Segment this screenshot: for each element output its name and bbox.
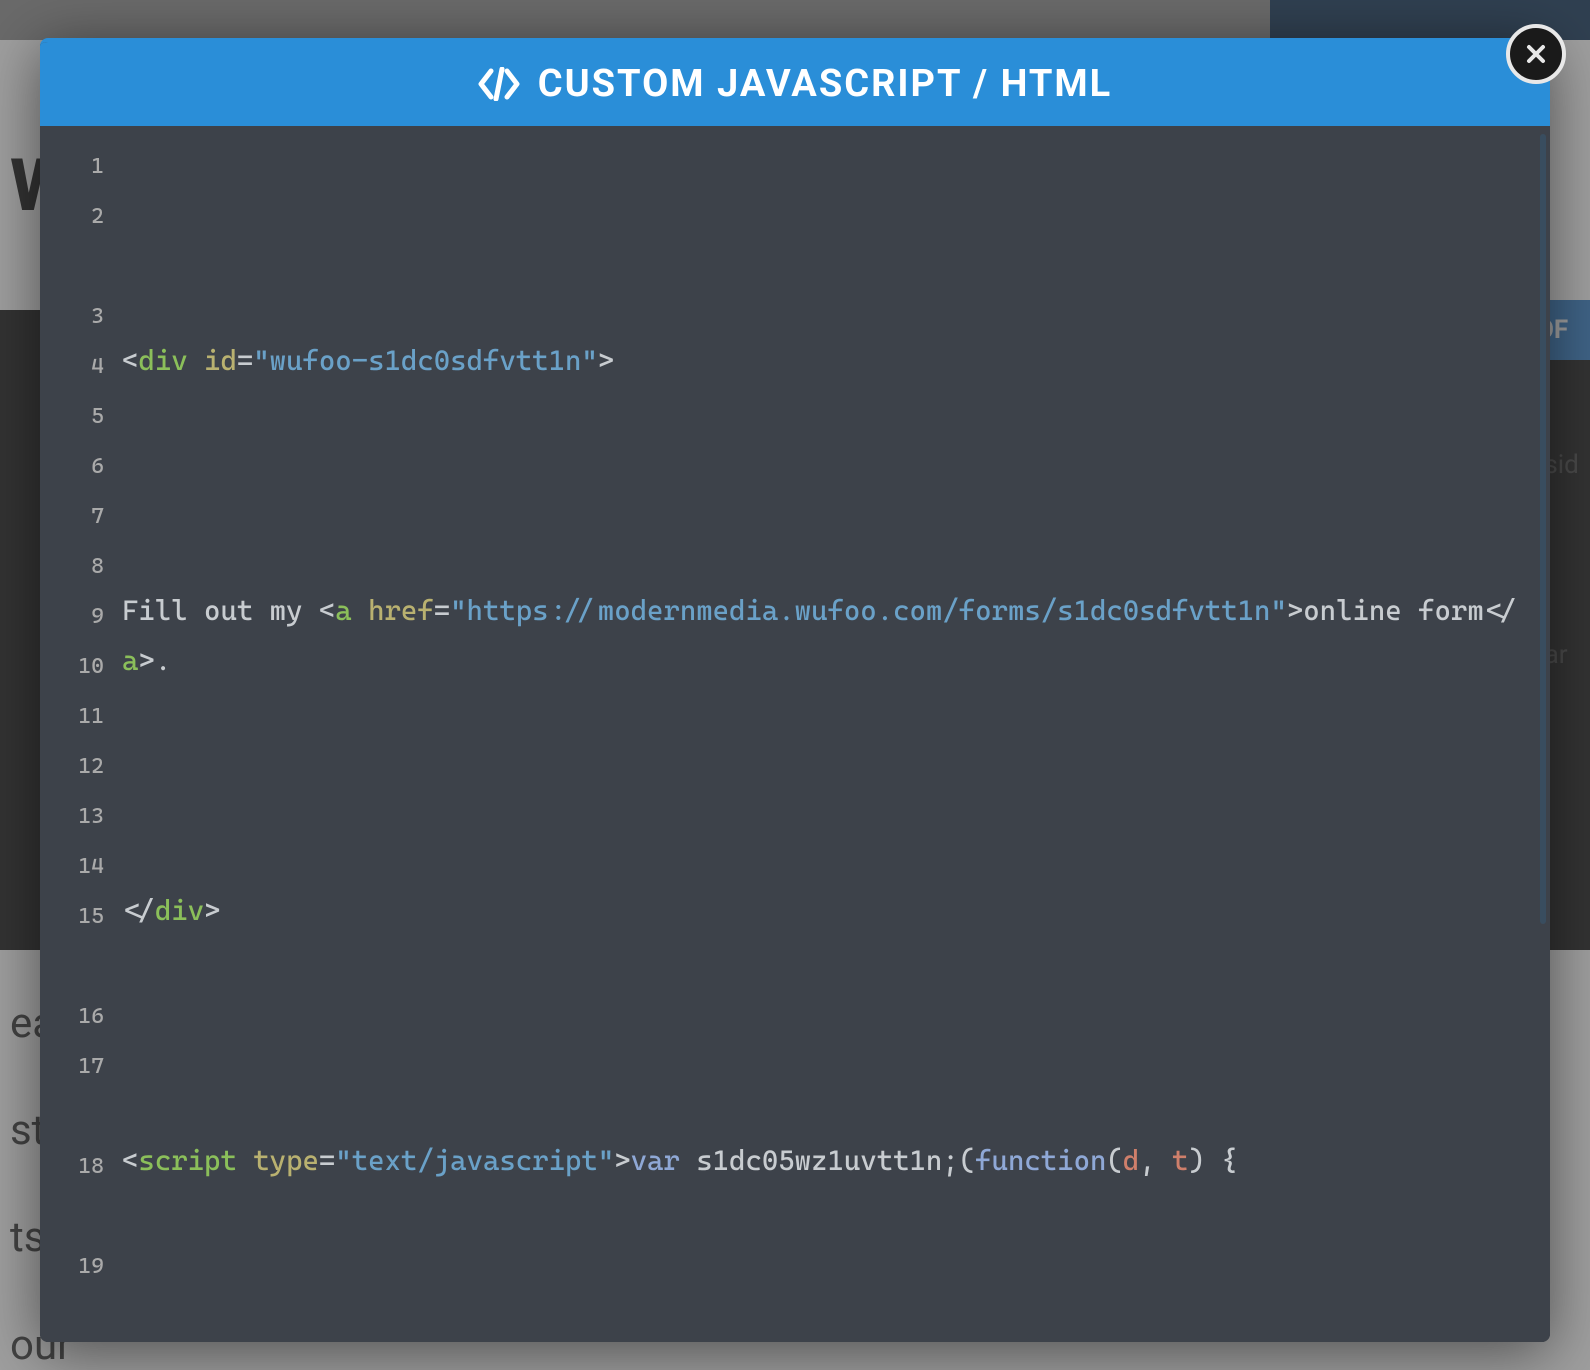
line-number: 16: [40, 986, 104, 1036]
line-number: 11: [40, 686, 104, 736]
code-token: t: [1172, 1144, 1188, 1177]
code-line[interactable]: <div id="wufoo-s1dc0sdfvtt1n">: [122, 336, 1542, 386]
line-number: 3: [40, 286, 104, 336]
line-number: 8: [40, 536, 104, 586]
code-line[interactable]: <script type="text/javascript">var s1dc0…: [122, 1136, 1542, 1186]
line-number: 10: [40, 636, 104, 686]
line-number: 4: [40, 336, 104, 386]
line-number-gutter: 12345678910111213141516171819: [40, 126, 114, 1342]
close-icon: [1524, 42, 1548, 66]
code-token: online form: [1303, 594, 1483, 627]
line-number: 2: [40, 186, 104, 286]
code-token: d: [1123, 1144, 1139, 1177]
line-number: 12: [40, 736, 104, 786]
line-number: 7: [40, 486, 104, 536]
code-editor[interactable]: 12345678910111213141516171819 <div id="w…: [40, 126, 1550, 1342]
modal-header: CUSTOM JAVASCRIPT / HTML: [40, 42, 1550, 126]
code-line[interactable]: Fill out my <a href="https://modernmedia…: [122, 586, 1542, 686]
code-token: s1dc05wz1uvtt1n: [696, 1144, 942, 1177]
code-token: Fill out my: [122, 594, 319, 627]
line-number: 17: [40, 1036, 104, 1136]
modal-title: CUSTOM JAVASCRIPT / HTML: [538, 62, 1113, 106]
code-line[interactable]: </div>: [122, 886, 1542, 936]
code-token: https://modernmedia.wufoo.com/forms/s1dc…: [467, 594, 1271, 627]
code-editor-modal: CUSTOM JAVASCRIPT / HTML 123456789101112…: [40, 38, 1550, 1342]
code-token: wufoo-s1dc0sdfvtt1n: [270, 344, 582, 377]
line-number: 9: [40, 586, 104, 636]
line-number: 13: [40, 786, 104, 836]
line-number: 5: [40, 386, 104, 436]
line-number: 18: [40, 1136, 104, 1236]
code-token: text/javascript: [352, 1144, 598, 1177]
close-button[interactable]: [1506, 24, 1566, 84]
line-number: 1: [40, 136, 104, 186]
line-number: 14: [40, 836, 104, 886]
code-icon: [478, 67, 520, 101]
code-content[interactable]: <div id="wufoo-s1dc0sdfvtt1n"> Fill out …: [114, 126, 1550, 1342]
line-number: 19: [40, 1236, 104, 1286]
line-number: 6: [40, 436, 104, 486]
line-number: 15: [40, 886, 104, 986]
